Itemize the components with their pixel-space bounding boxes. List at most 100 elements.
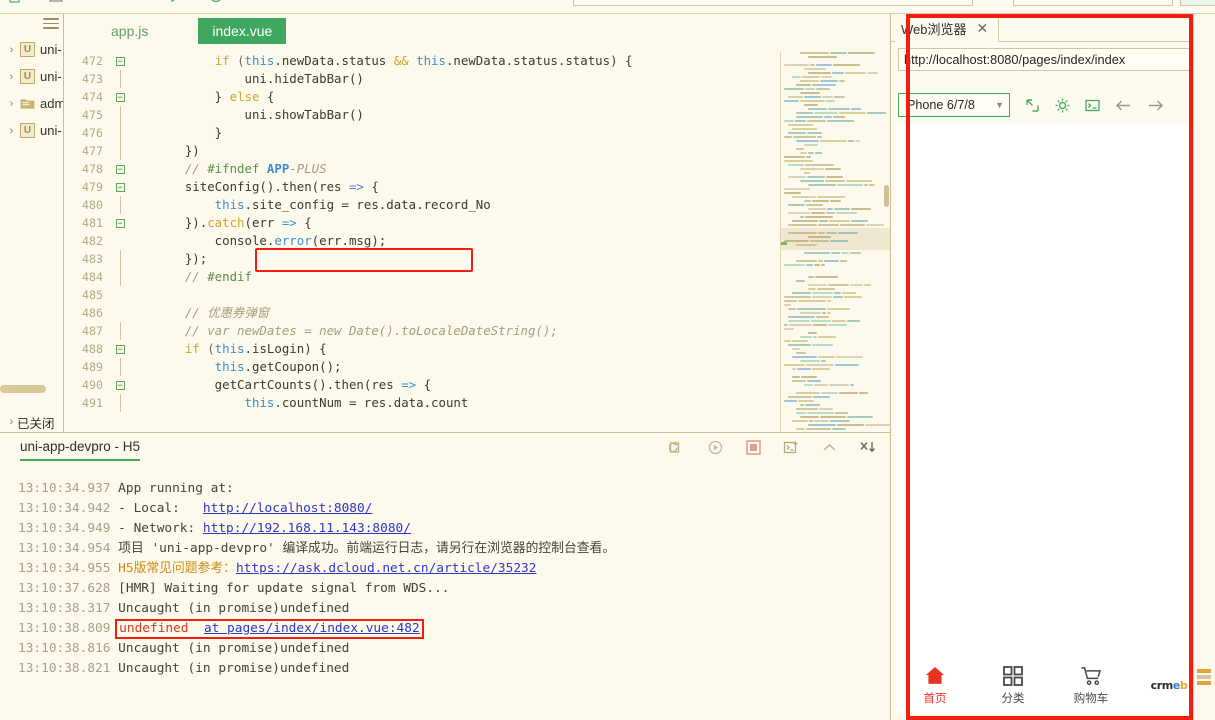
tree-item-0[interactable]: › Uuni- [0,36,63,63]
tabbar-item-label: 购物车 [1073,692,1109,705]
code-line[interactable]: 478− // #ifndef APP-PLUS [65,160,775,178]
minimap-line [781,344,890,347]
undo-icon[interactable] [88,0,104,4]
minimap-line [781,120,890,123]
code-line[interactable]: 473 uni.hideTabBar() [65,70,775,88]
scroll-markers [1197,669,1211,687]
code-line[interactable]: 472− if (this.newData.status && this.new… [65,52,775,70]
tree-item-1[interactable]: › Uuni- [0,63,63,90]
code-line[interactable]: 483 }); [65,250,775,268]
chevron-right-icon[interactable]: › [6,44,17,56]
back-arrow-icon[interactable] [1114,97,1133,114]
log-link[interactable]: https://ask.dcloud.net.cn/article/35232 [236,561,536,576]
stop-icon[interactable] [745,439,762,456]
log-timestamp: 13:10:34.937 [18,481,119,496]
code-text: // var newDates = new Date().toLocaleDat… [155,323,558,338]
open-external-icon[interactable] [1024,97,1041,114]
browser-controls: Phone 6/7/8 ▼ [898,92,1209,118]
new-file-icon[interactable] [8,0,24,4]
forward-arrow-icon[interactable] [1146,97,1165,114]
fold-toggle-icon[interactable]: − [109,376,131,394]
log-timestamp: 13:10:38.809 [18,621,119,636]
fold-guide [109,124,131,142]
code-line[interactable]: 485 [65,286,775,304]
gear-icon[interactable] [1054,97,1071,114]
run-icon[interactable] [168,0,184,4]
code-text: }).catch(err => { [155,215,312,230]
fold-toggle-icon[interactable]: − [109,178,131,196]
fold-toggle-icon[interactable]: − [109,340,131,358]
preview-icon[interactable] [208,0,224,4]
code-line[interactable]: 482 console.error(err.msg); [65,232,775,250]
code-line[interactable]: 487 // var newDates = new Date().toLocal… [65,322,775,340]
log-link[interactable]: http://192.168.11.143:8080/ [203,521,411,536]
minimap-line [781,416,890,419]
code-line[interactable]: 477 }) [65,142,775,160]
fold-toggle-icon[interactable]: − [109,52,131,70]
fold-guide [109,106,131,124]
fold-toggle-icon[interactable]: − [109,88,131,106]
browser-tab[interactable]: Web浏览器 ✕ [895,14,1000,42]
log-text: - Local: [118,501,203,516]
chevron-down-icon[interactable]: ▼ [995,100,1004,110]
tree-item-3[interactable]: › Uuni- [0,117,63,144]
code-line[interactable]: 489 this.getCoupon(); [65,358,775,376]
clear-icon[interactable] [859,439,876,456]
code-line[interactable]: 475 uni.showTabBar() [65,106,775,124]
collapse-up-icon[interactable] [821,439,838,456]
hamburger-icon[interactable] [43,18,59,30]
minimap-viewport[interactable] [781,228,890,250]
editor-tab-index-vue[interactable]: index.vue [198,18,287,44]
sidebar-horizontal-scrollbar[interactable] [0,385,46,393]
new-terminal-icon[interactable] [783,439,800,456]
minimap-line [781,136,890,139]
redo-icon[interactable] [128,0,144,4]
toolbar-green-button[interactable] [1180,0,1215,6]
code-line[interactable]: 488− if (this.isLogin) { [65,340,775,358]
code-line[interactable]: 480 this.site_config = res.data.record_N… [65,196,775,214]
code-area[interactable]: 472− if (this.newData.status && this.new… [65,52,775,429]
console-log-output[interactable]: 13:10:34.937 App running at: 13:10:34.942… [0,469,890,720]
tree-item-2[interactable]: › adm [0,90,63,117]
editor-vertical-scrollbar[interactable] [884,185,889,207]
minimap-line [781,404,890,407]
code-line[interactable]: 490− getCartCounts().then(res => { [65,376,775,394]
tabbar-item-grid[interactable]: 分类 [974,665,1052,706]
code-line[interactable]: 491 this.countNum = res.data.count [65,394,775,412]
console-log-row: 13:10:38.816 Uncaught (in promise)undefi… [18,639,890,659]
close-icon[interactable]: ✕ [977,21,989,35]
code-line[interactable]: 476 } [65,124,775,142]
device-select[interactable]: Phone 6/7/8 ▼ [898,93,1010,117]
browser-viewport[interactable] [896,124,1208,657]
app-tab-bar: 首页 分类 购物车 crm e b [896,657,1208,712]
chevron-right-icon[interactable]: › [6,98,17,110]
search-input[interactable] [573,0,973,6]
code-line[interactable]: 479− siteConfig().then(res => { [65,178,775,196]
console-toolbar [669,439,876,456]
tabbar-item-cart[interactable]: 购物车 [1052,665,1130,706]
log-link[interactable]: at pages/index/index.vue:482 [204,621,420,636]
fold-toggle-icon[interactable]: − [109,160,131,178]
editor-tab-app-js[interactable]: app.js [97,18,162,44]
url-bar[interactable]: http://localhost:8080/pages/index/index [898,48,1190,71]
url-text: http://localhost:8080/pages/index/index [904,52,1126,67]
closed-projects-section[interactable]: › 已关闭 [0,410,63,434]
restart-icon[interactable] [669,439,686,456]
code-line[interactable]: 474− } else { [65,88,775,106]
log-link[interactable]: http://localhost:8080/ [203,501,373,516]
code-line[interactable]: 481− }).catch(err => { [65,214,775,232]
run-icon[interactable] [707,439,724,456]
minimap-line [781,108,890,111]
chevron-right-icon[interactable]: › [6,416,17,428]
console-icon[interactable] [1084,97,1101,114]
code-line[interactable]: 486 // 优惠券弹窗 [65,304,775,322]
fold-toggle-icon[interactable]: − [109,214,131,232]
fold-guide [109,250,131,268]
secondary-search-input[interactable] [1013,0,1173,6]
code-line[interactable]: 484 // #endif [65,268,775,286]
chevron-right-icon[interactable]: › [6,125,17,137]
save-icon[interactable] [48,0,64,4]
minimap-line [781,216,890,219]
tabbar-item-home[interactable]: 首页 [896,665,974,706]
chevron-right-icon[interactable]: › [6,71,17,83]
